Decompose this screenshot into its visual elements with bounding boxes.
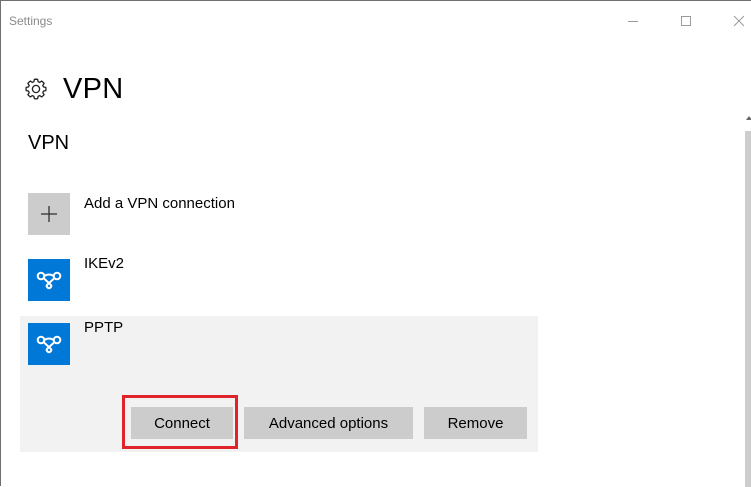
title-bar: Settings: [1, 1, 751, 41]
minimize-icon: [628, 21, 638, 22]
add-vpn-connection-item[interactable]: Add a VPN connection: [28, 193, 538, 235]
add-tile: [28, 193, 70, 235]
advanced-options-button[interactable]: Advanced options: [244, 407, 413, 439]
page-title: VPN: [63, 72, 124, 105]
close-icon: [733, 15, 745, 27]
vpn-tile: [28, 323, 70, 365]
vpn-connection-item-selected[interactable]: PPTP: [28, 319, 538, 365]
vpn-tile: [28, 259, 70, 301]
vpn-icon: [36, 271, 62, 290]
gear-icon: [25, 78, 47, 100]
remove-button[interactable]: Remove: [424, 407, 527, 439]
scrollbar-thumb[interactable]: [745, 131, 751, 487]
maximize-button[interactable]: [674, 9, 698, 33]
minimize-button[interactable]: [621, 9, 645, 33]
vpn-icon: [36, 335, 62, 354]
highlight-annotation: [122, 395, 238, 449]
page-header: VPN: [23, 69, 124, 109]
vpn-connection-name: PPTP: [84, 319, 124, 336]
plus-icon: [41, 206, 57, 222]
maximize-icon: [681, 16, 691, 26]
scroll-up-icon[interactable]: [746, 116, 751, 120]
settings-window: Settings VPN VPN Add a VPN connection IK…: [0, 0, 751, 487]
section-heading: VPN: [28, 132, 70, 154]
vpn-connection-item[interactable]: IKEv2: [28, 255, 538, 301]
add-vpn-label: Add a VPN connection: [84, 195, 235, 212]
close-button[interactable]: [727, 9, 751, 33]
app-title: Settings: [9, 14, 53, 28]
vpn-connection-name: IKEv2: [84, 255, 125, 272]
